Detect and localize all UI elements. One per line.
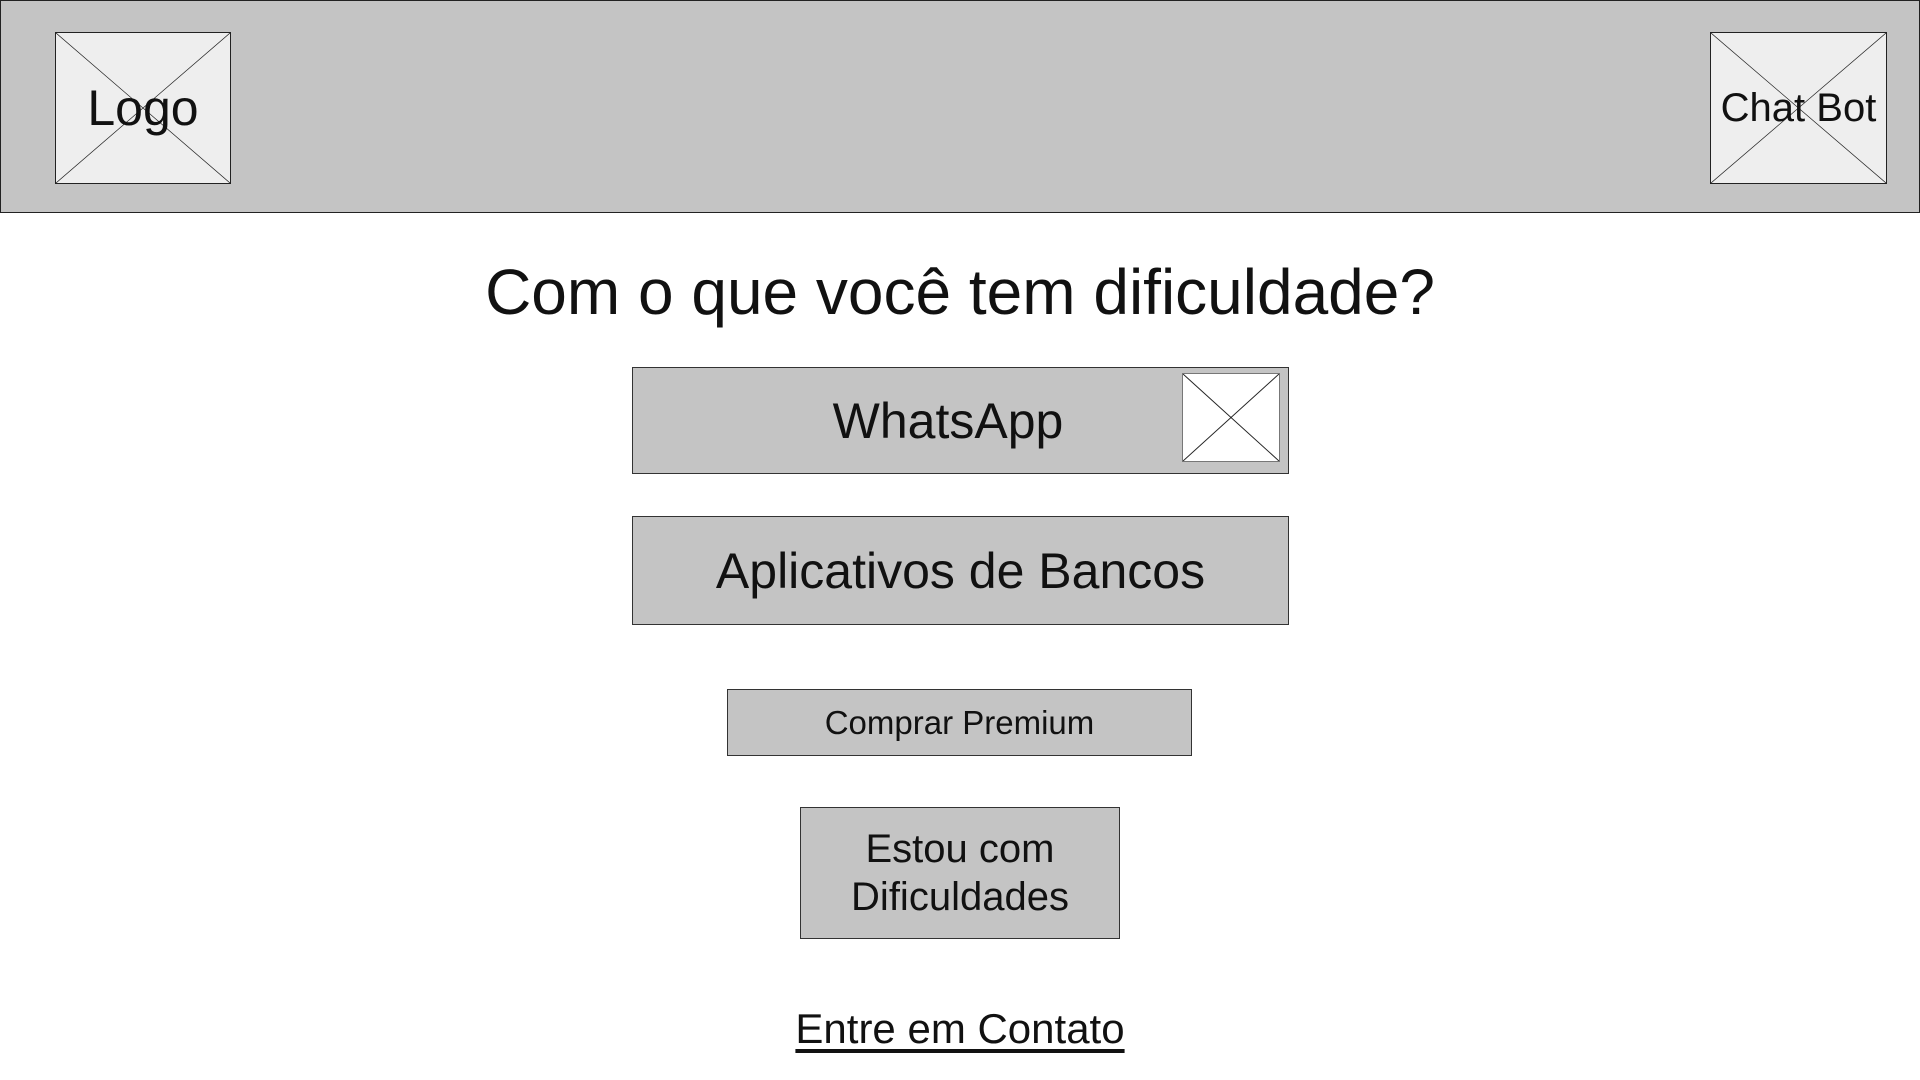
buy-premium-button[interactable]: Comprar Premium bbox=[727, 689, 1192, 756]
contact-link-container: Entre em Contato bbox=[0, 1003, 1920, 1055]
bank-apps-button[interactable]: Aplicativos de Bancos bbox=[632, 516, 1289, 625]
logo[interactable]: Logo bbox=[55, 32, 231, 184]
page-title: Com o que você tem dificuldade? bbox=[485, 256, 1435, 328]
having-difficulties-button-label: Estou com Dificuldades bbox=[851, 827, 1069, 919]
contact-link[interactable]: Entre em Contato bbox=[795, 1005, 1124, 1052]
page: Logo Chat Bot Com o que você tem dificul… bbox=[0, 0, 1920, 1080]
header-bar: Logo Chat Bot bbox=[0, 0, 1920, 213]
whatsapp-button[interactable]: WhatsApp bbox=[632, 367, 1289, 474]
whatsapp-icon bbox=[1182, 373, 1280, 462]
whatsapp-button-label: WhatsApp bbox=[832, 392, 1064, 449]
bank-apps-button-label: Aplicativos de Bancos bbox=[715, 542, 1206, 599]
chatbot-button[interactable]: Chat Bot bbox=[1710, 32, 1887, 184]
logo-label: Logo bbox=[87, 80, 199, 136]
buy-premium-button-label: Comprar Premium bbox=[824, 703, 1095, 741]
chatbot-label: Chat Bot bbox=[1720, 85, 1877, 130]
having-difficulties-button[interactable]: Estou com Dificuldades bbox=[800, 807, 1120, 939]
